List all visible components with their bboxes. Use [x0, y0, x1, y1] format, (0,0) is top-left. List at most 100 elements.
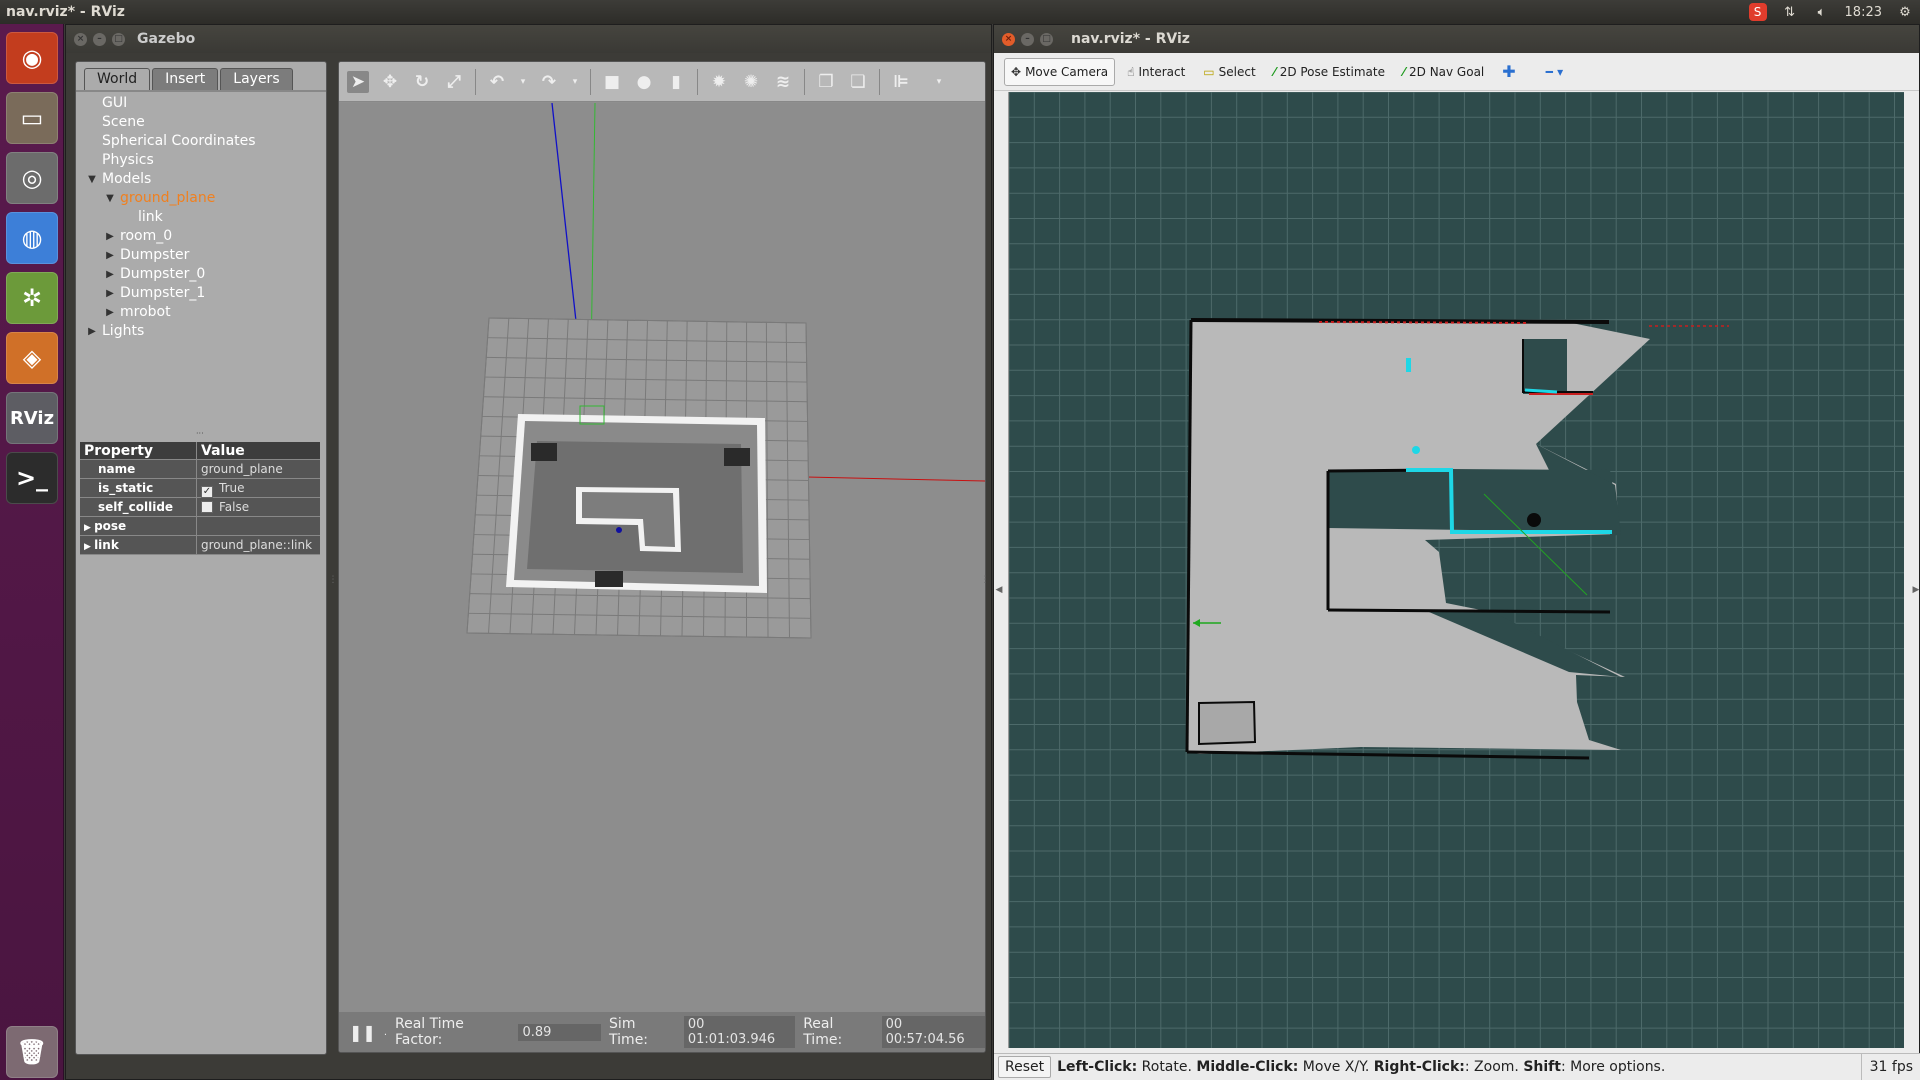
- chevron-right-icon[interactable]: ▶: [84, 523, 94, 533]
- cylinder-shape-icon[interactable]: ▮: [665, 71, 687, 93]
- launcher-rviz-icon[interactable]: RViz: [6, 392, 58, 444]
- tree-item-spherical-coordinates[interactable]: Spherical Coordinates: [76, 132, 326, 151]
- gazebo-scene[interactable]: [339, 102, 985, 1013]
- paste-icon[interactable]: ❏: [847, 71, 869, 93]
- property-row-self-collide[interactable]: self_collide False: [80, 498, 320, 517]
- toolbar-overflow-icon[interactable]: ▾: [934, 71, 944, 93]
- pause-icon[interactable]: ❚❚: [349, 1023, 376, 1042]
- maximize-icon[interactable]: □: [1040, 32, 1053, 46]
- launcher-terminal-icon[interactable]: >_: [6, 452, 58, 504]
- redo-dropdown-icon[interactable]: ▾: [570, 71, 580, 93]
- tree-item-label: Models: [102, 171, 152, 187]
- chevron-right-icon[interactable]: ▶: [104, 265, 116, 284]
- scale-icon[interactable]: ⤢: [443, 71, 465, 93]
- left-dock-handle[interactable]: ◀: [994, 575, 1004, 605]
- chevron-down-icon[interactable]: ▼: [104, 189, 116, 208]
- launcher-files-icon[interactable]: ▭: [6, 92, 58, 144]
- property-row-link[interactable]: ▶ link ground_plane::link: [80, 536, 320, 555]
- maximize-icon[interactable]: □: [112, 32, 125, 46]
- select-button[interactable]: ▭ Select: [1197, 58, 1261, 86]
- sphere-shape-icon[interactable]: ●: [633, 71, 655, 93]
- right-dock-handle[interactable]: ▶: [1911, 575, 1920, 605]
- box-shape-icon[interactable]: ■: [601, 71, 623, 93]
- step-icon[interactable]: .: [384, 1027, 387, 1038]
- is-static-checkbox[interactable]: ✓: [201, 486, 213, 498]
- interact-button[interactable]: ☝ Interact: [1121, 58, 1191, 86]
- tree-item-models[interactable]: ▼ Models: [76, 170, 326, 189]
- tree-item-dumpster[interactable]: ▶ Dumpster: [76, 246, 326, 265]
- launcher-ubuntu-dash-icon[interactable]: ◉: [6, 32, 58, 84]
- reset-button[interactable]: Reset: [998, 1056, 1052, 1078]
- property-value[interactable]: ✓ True: [197, 479, 320, 498]
- launcher-camera-icon[interactable]: ◎: [6, 152, 58, 204]
- pose-estimate-button[interactable]: ⁄ 2D Pose Estimate: [1268, 58, 1391, 86]
- spot-light-icon[interactable]: ✺: [740, 71, 762, 93]
- network-icon[interactable]: ⇅: [1781, 3, 1799, 21]
- trash-icon[interactable]: 🗑︎: [6, 1026, 58, 1078]
- property-value-text: ground_plane::link: [201, 538, 313, 552]
- chevron-right-icon[interactable]: ▶: [104, 303, 116, 322]
- copy-icon[interactable]: ❐: [815, 71, 837, 93]
- remove-tool-icon[interactable]: ━ ▾: [1540, 58, 1569, 86]
- panel-splitter[interactable]: ⋮: [328, 565, 338, 595]
- chevron-right-icon[interactable]: ▶: [104, 284, 116, 303]
- gear-icon[interactable]: ⚙: [1896, 3, 1914, 21]
- tree-item-ground-plane[interactable]: ▼ ground_plane: [76, 189, 326, 208]
- align-icon[interactable]: ⊫: [890, 71, 912, 93]
- tree-item-lights[interactable]: ▶ Lights: [76, 322, 326, 341]
- chevron-right-icon[interactable]: ▶: [84, 542, 94, 552]
- launcher-chrome-icon[interactable]: ◍: [6, 212, 58, 264]
- tree-item-room-0[interactable]: ▶ room_0: [76, 227, 326, 246]
- close-icon[interactable]: ×: [74, 32, 87, 46]
- property-row-name[interactable]: name ground_plane: [80, 460, 320, 479]
- tab-world[interactable]: World: [84, 68, 151, 90]
- launcher-box-app-icon[interactable]: ◈: [6, 332, 58, 384]
- minimize-icon[interactable]: –: [1021, 32, 1034, 46]
- point-light-icon[interactable]: ✹: [708, 71, 730, 93]
- rviz-3d-view[interactable]: [1008, 92, 1904, 1048]
- minimize-icon[interactable]: –: [93, 32, 106, 46]
- directional-light-icon[interactable]: ≋: [772, 71, 794, 93]
- translate-icon[interactable]: ✥: [379, 71, 401, 93]
- redo-icon[interactable]: ↷: [538, 71, 560, 93]
- help-desc: : Zoom.: [1464, 1059, 1524, 1075]
- chevron-right-icon[interactable]: ▶: [104, 246, 116, 265]
- chevron-right-icon[interactable]: ▶: [86, 322, 98, 341]
- sogou-input-icon[interactable]: S: [1748, 3, 1767, 21]
- tree-item-physics[interactable]: Physics: [76, 151, 326, 170]
- launcher-network-app-icon[interactable]: ✲: [6, 272, 58, 324]
- clock[interactable]: 18:23: [1845, 5, 1882, 20]
- add-tool-icon[interactable]: ✚: [1496, 58, 1521, 86]
- volume-icon[interactable]: 🔈︎: [1813, 3, 1831, 21]
- tree-item-gui[interactable]: GUI: [76, 94, 326, 113]
- property-column-header: Property: [80, 442, 197, 459]
- tree-item-label: Dumpster: [120, 247, 190, 263]
- rviz-window: × – □ nav.rviz* - RViz ✥ Move Camera ☝ Inte…: [993, 24, 1920, 1080]
- gazebo-window: × – □ Gazebo World Insert Layers GUI Scene S…: [65, 24, 992, 1080]
- undo-icon[interactable]: ↶: [486, 71, 508, 93]
- nav-goal-button[interactable]: ⁄ 2D Nav Goal: [1397, 58, 1490, 86]
- tab-insert[interactable]: Insert: [152, 68, 219, 90]
- property-row-is-static[interactable]: is_static ✓ True: [80, 479, 320, 498]
- close-icon[interactable]: ×: [1002, 32, 1015, 46]
- tree-item-scene[interactable]: Scene: [76, 113, 326, 132]
- tree-item-mrobot[interactable]: ▶ mrobot: [76, 303, 326, 322]
- tree-item-dumpster-0[interactable]: ▶ Dumpster_0: [76, 265, 326, 284]
- tree-item-link[interactable]: link: [76, 208, 326, 227]
- property-value: ground_plane::link: [197, 536, 320, 554]
- property-value[interactable]: False: [197, 498, 320, 516]
- move-camera-button[interactable]: ✥ Move Camera: [1004, 57, 1116, 86]
- rotate-icon[interactable]: ↻: [411, 71, 433, 93]
- splitter-handle[interactable]: ···: [196, 430, 208, 438]
- self-collide-checkbox[interactable]: [201, 501, 213, 513]
- chevron-right-icon[interactable]: ▶: [104, 227, 116, 246]
- tab-layers[interactable]: Layers: [220, 68, 293, 90]
- undo-dropdown-icon[interactable]: ▾: [518, 71, 528, 93]
- tree-item-dumpster-1[interactable]: ▶ Dumpster_1: [76, 284, 326, 303]
- select-arrow-icon[interactable]: ➤: [347, 70, 369, 93]
- panel-splitter[interactable]: ⋮: [980, 565, 990, 595]
- help-key: Shift: [1523, 1059, 1561, 1075]
- interact-icon: ☝: [1127, 64, 1135, 79]
- property-row-pose[interactable]: ▶ pose: [80, 517, 320, 536]
- chevron-down-icon[interactable]: ▼: [86, 170, 98, 189]
